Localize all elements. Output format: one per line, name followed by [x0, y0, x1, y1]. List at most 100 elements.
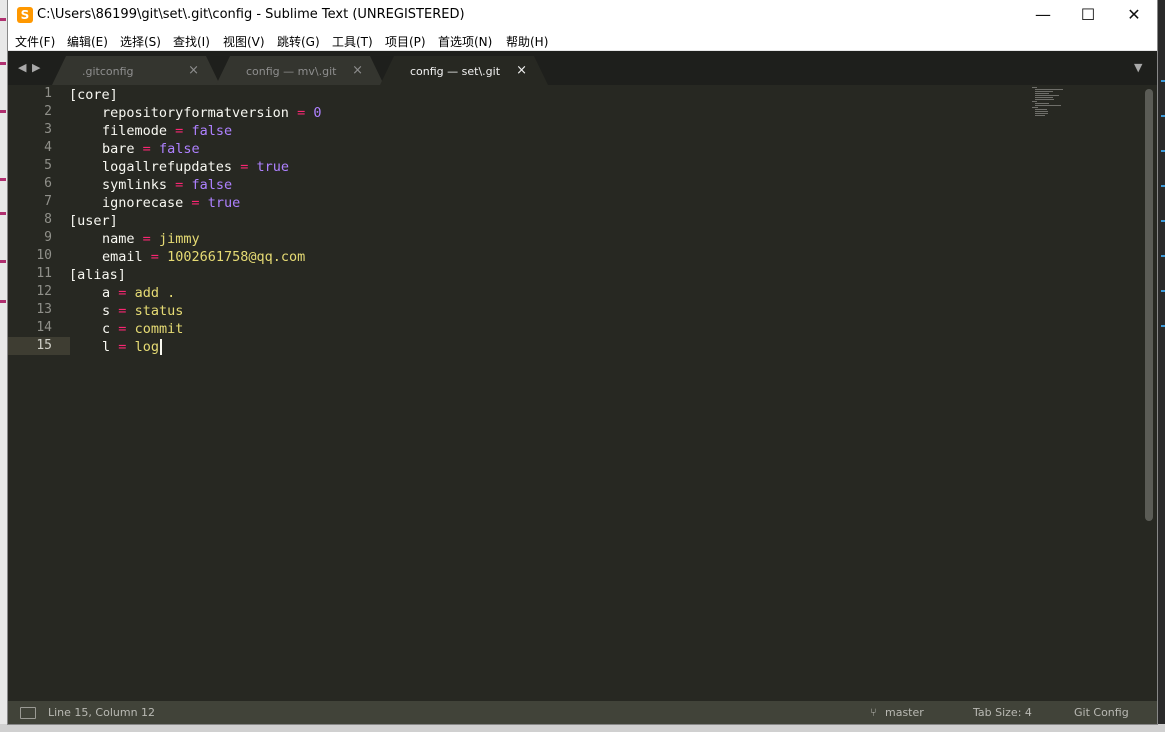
- equals-operator: =: [297, 105, 306, 121]
- equals-operator: =: [142, 231, 151, 247]
- background-accent: [0, 260, 6, 263]
- tab-close-icon[interactable]: ×: [516, 63, 527, 78]
- editor-area[interactable]: 1 2 3 4 5 6 7 8 9 10 11 12 13 14 15 [core] repositoryfo…: [8, 85, 1157, 701]
- config-value: log: [134, 339, 159, 355]
- tab-size-indicator[interactable]: Tab Size: 4: [973, 706, 1032, 719]
- minimap[interactable]: [1032, 85, 1142, 145]
- tab-close-icon[interactable]: ×: [188, 63, 199, 78]
- menu-project[interactable]: 项目(P): [385, 33, 426, 50]
- background-accent: [1161, 325, 1165, 327]
- minimap-line: [1035, 111, 1048, 112]
- menu-tools[interactable]: 工具(T): [332, 33, 373, 50]
- syntax-indicator[interactable]: Git Config: [1074, 706, 1129, 719]
- config-key: symlinks: [102, 177, 168, 193]
- minimap-line: [1035, 109, 1047, 110]
- code-line: bare = false: [69, 140, 200, 158]
- tab-list-dropdown-icon[interactable]: ▼: [1134, 61, 1142, 74]
- line-number: 8: [44, 212, 52, 227]
- minimap-line: [1035, 105, 1061, 106]
- minimap-line: [1035, 95, 1059, 96]
- minimap-line: [1032, 107, 1038, 108]
- menu-goto[interactable]: 跳转(G): [277, 33, 320, 50]
- config-value: 1002661758@qq.com: [167, 249, 306, 265]
- code-line: logallrefupdates = true: [69, 158, 289, 176]
- menu-file[interactable]: 文件(F): [15, 33, 55, 50]
- code-line: c = commit: [69, 320, 183, 338]
- equals-operator: =: [191, 195, 200, 211]
- config-value: true: [256, 159, 289, 175]
- config-key: bare: [102, 141, 135, 157]
- minimap-line: [1035, 99, 1054, 100]
- code-line: [core]: [69, 86, 118, 104]
- tab-close-icon[interactable]: ×: [352, 63, 363, 78]
- line-number: 13: [36, 302, 52, 317]
- line-number: 9: [44, 230, 52, 245]
- status-bar: Line 15, Column 12 ⑂ master Tab Size: 4 …: [8, 701, 1157, 724]
- section-header: [user]: [69, 213, 118, 229]
- background-accent: [0, 300, 6, 303]
- config-key: name: [102, 231, 135, 247]
- line-number: 10: [36, 248, 52, 263]
- line-number: 1: [44, 86, 52, 101]
- config-value: add .: [134, 285, 176, 301]
- equals-operator: =: [142, 141, 151, 157]
- line-number: 12: [36, 284, 52, 299]
- line-number: 2: [44, 104, 52, 119]
- menu-preferences[interactable]: 首选项(N): [438, 33, 492, 50]
- config-key: filemode: [102, 123, 168, 139]
- config-key: email: [102, 249, 143, 265]
- config-key: a: [102, 285, 111, 301]
- cursor-position: Line 15, Column 12: [48, 706, 156, 719]
- background-accent: [0, 178, 6, 181]
- background-accent: [1161, 220, 1165, 222]
- tab-config-set[interactable]: config — set\.git ×: [380, 56, 548, 85]
- scroll-thumb[interactable]: [1145, 89, 1153, 521]
- panel-toggle-icon[interactable]: [20, 707, 36, 719]
- minimize-button[interactable]: —: [1020, 0, 1066, 30]
- git-branch-name[interactable]: master: [885, 706, 924, 719]
- forward-arrow-icon[interactable]: ▶: [32, 61, 40, 74]
- line-number-gutter: 1 2 3 4 5 6 7 8 9 10 11 12 13 14 15: [8, 85, 64, 701]
- section-header: [alias]: [69, 267, 126, 283]
- line-number: 15: [36, 338, 52, 353]
- config-value: status: [134, 303, 184, 319]
- menu-selection[interactable]: 选择(S): [120, 33, 161, 50]
- code-line: [alias]: [69, 266, 126, 284]
- code-view[interactable]: [core] repositoryformatversion = 0 filemod…: [69, 85, 1029, 701]
- back-arrow-icon[interactable]: ◀: [18, 61, 26, 74]
- menu-view[interactable]: 视图(V): [223, 33, 265, 50]
- minimap-line: [1035, 103, 1049, 104]
- config-value: false: [158, 141, 200, 157]
- config-value: false: [191, 123, 233, 139]
- code-line: l = log: [69, 338, 162, 356]
- background-accent: [0, 110, 6, 113]
- menu-edit[interactable]: 编辑(E): [67, 33, 108, 50]
- config-key: ignorecase: [102, 195, 184, 211]
- maximize-button[interactable]: ☐: [1065, 0, 1111, 30]
- background-accent: [0, 62, 6, 65]
- equals-operator: =: [118, 285, 127, 301]
- config-value: false: [191, 177, 233, 193]
- equals-operator: =: [175, 123, 184, 139]
- minimap-line: [1035, 115, 1045, 116]
- title-bar[interactable]: S C:\Users\86199\git\set\.git\config - S…: [8, 0, 1157, 30]
- config-value: 0: [313, 105, 322, 121]
- tab-label: config — mv\.git: [246, 65, 337, 78]
- minimap-line: [1035, 91, 1053, 92]
- menu-help[interactable]: 帮助(H): [506, 33, 548, 50]
- menu-find[interactable]: 查找(I): [173, 33, 210, 50]
- tab-config-mv[interactable]: config — mv\.git ×: [216, 56, 384, 85]
- background-taskbar-edge: [0, 724, 1165, 732]
- vertical-scrollbar[interactable]: [1145, 87, 1153, 699]
- close-button[interactable]: ✕: [1111, 0, 1157, 30]
- code-line: ignorecase = true: [69, 194, 240, 212]
- background-accent: [1161, 255, 1165, 257]
- minimap-line: [1035, 113, 1048, 114]
- equals-operator: =: [175, 177, 184, 193]
- config-value: commit: [134, 321, 184, 337]
- code-line: symlinks = false: [69, 176, 232, 194]
- line-number: 7: [44, 194, 52, 209]
- config-key: c: [102, 321, 111, 337]
- equals-operator: =: [240, 159, 249, 175]
- tab-gitconfig[interactable]: .gitconfig ×: [52, 56, 220, 85]
